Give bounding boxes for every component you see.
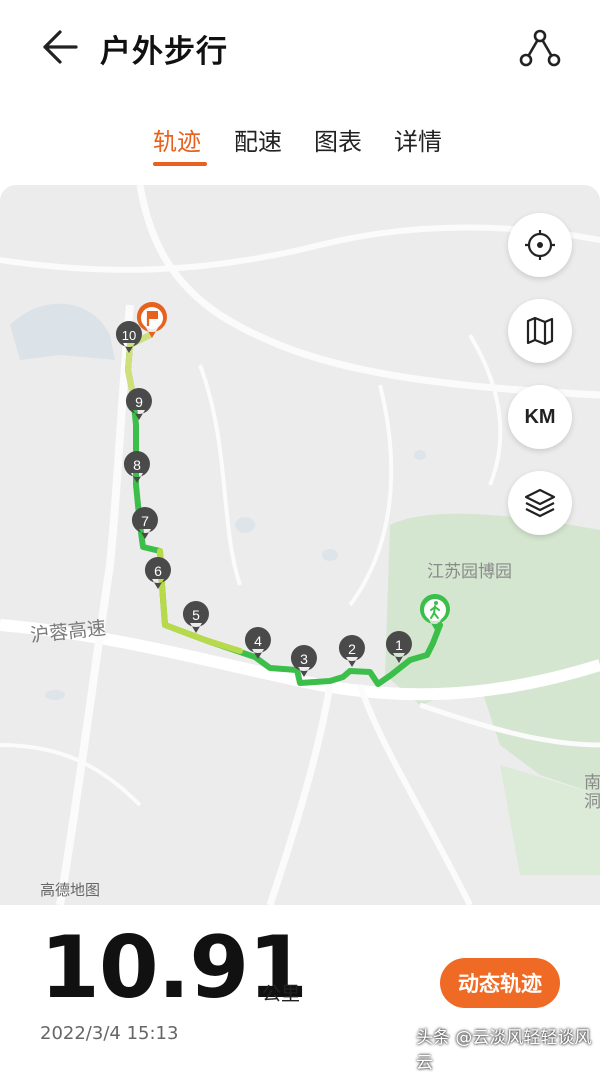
tab-bar: 轨迹 配速 图表 详情 [0,112,600,172]
map-background: 10 9 8 7 6 5 4 3 2 1 [0,185,600,905]
edge-place-label: 南洞 [580,773,600,811]
map-type-button[interactable] [508,299,572,363]
route-segment-slow [124,332,153,398]
share-button[interactable] [516,24,564,72]
park-label: 江苏园博园 [427,562,512,582]
map-attribution: 高德地图 [40,881,101,899]
pond [45,690,65,700]
page-title: 户外步行 [100,34,228,70]
pond [322,549,338,561]
layers-button[interactable] [508,471,572,535]
road [266,684,334,905]
km-marker-label: 4 [254,633,262,649]
km-marker-label: 9 [135,394,143,410]
distance-unit: 公里 [262,983,301,1005]
top-bar: 户外步行 [0,0,600,95]
road [56,304,134,905]
km-marker-10: 10 [115,321,142,353]
summary-panel: 10.91 公里 2022/3/4 15:13 动态轨迹 头条 @云淡风轻轻谈风… [0,905,600,1073]
active-tab-indicator [153,162,207,166]
km-marker-9: 9 [125,388,152,420]
road [0,743,142,807]
watermark: 头条 @云淡风轻轻谈风云 [416,1028,592,1073]
folded-map-icon [526,316,554,346]
km-marker-label: 6 [154,563,162,579]
km-marker-label: 2 [348,641,356,657]
km-marker-5: 5 [182,601,209,633]
km-marker-label: 3 [300,651,308,667]
dynamic-track-button[interactable]: 动态轨迹 [440,958,560,1008]
road [198,364,242,586]
share-nodes-icon [519,29,561,67]
locate-button[interactable] [508,213,572,277]
route-segment-medium [157,548,243,654]
km-marker-2: 2 [338,635,365,667]
road [468,333,503,486]
km-markers: 10 9 8 7 6 5 4 3 2 1 [115,321,412,677]
tab-track[interactable]: 轨迹 [153,122,201,157]
route-map[interactable]: 10 9 8 7 6 5 4 3 2 1 江苏园博园 沪蓉高速 南洞 高德地图 … [0,185,600,905]
road [348,384,394,607]
km-marker-6: 6 [144,557,171,589]
km-toggle-button[interactable]: KM [508,385,572,449]
km-marker-label: 5 [192,607,200,623]
km-marker-label: 10 [122,328,136,343]
km-marker-label: 8 [133,457,141,473]
pond [414,450,426,460]
tab-details[interactable]: 详情 [394,122,442,157]
water-body [10,303,115,360]
km-marker-label: 1 [395,637,403,653]
back-button[interactable] [36,24,82,70]
pond [235,517,255,533]
crosshair-icon [525,230,555,260]
layers-icon [524,488,556,518]
km-marker-8: 8 [123,451,150,483]
km-marker-7: 7 [131,507,158,539]
tab-pace[interactable]: 配速 [234,122,282,157]
arrow-left-icon [43,30,78,64]
km-marker-label: 7 [141,513,149,529]
tab-chart[interactable]: 图表 [314,122,362,157]
km-label: KM [524,405,556,428]
park-area [385,513,600,795]
activity-date: 2022/3/4 15:13 [40,1023,179,1044]
